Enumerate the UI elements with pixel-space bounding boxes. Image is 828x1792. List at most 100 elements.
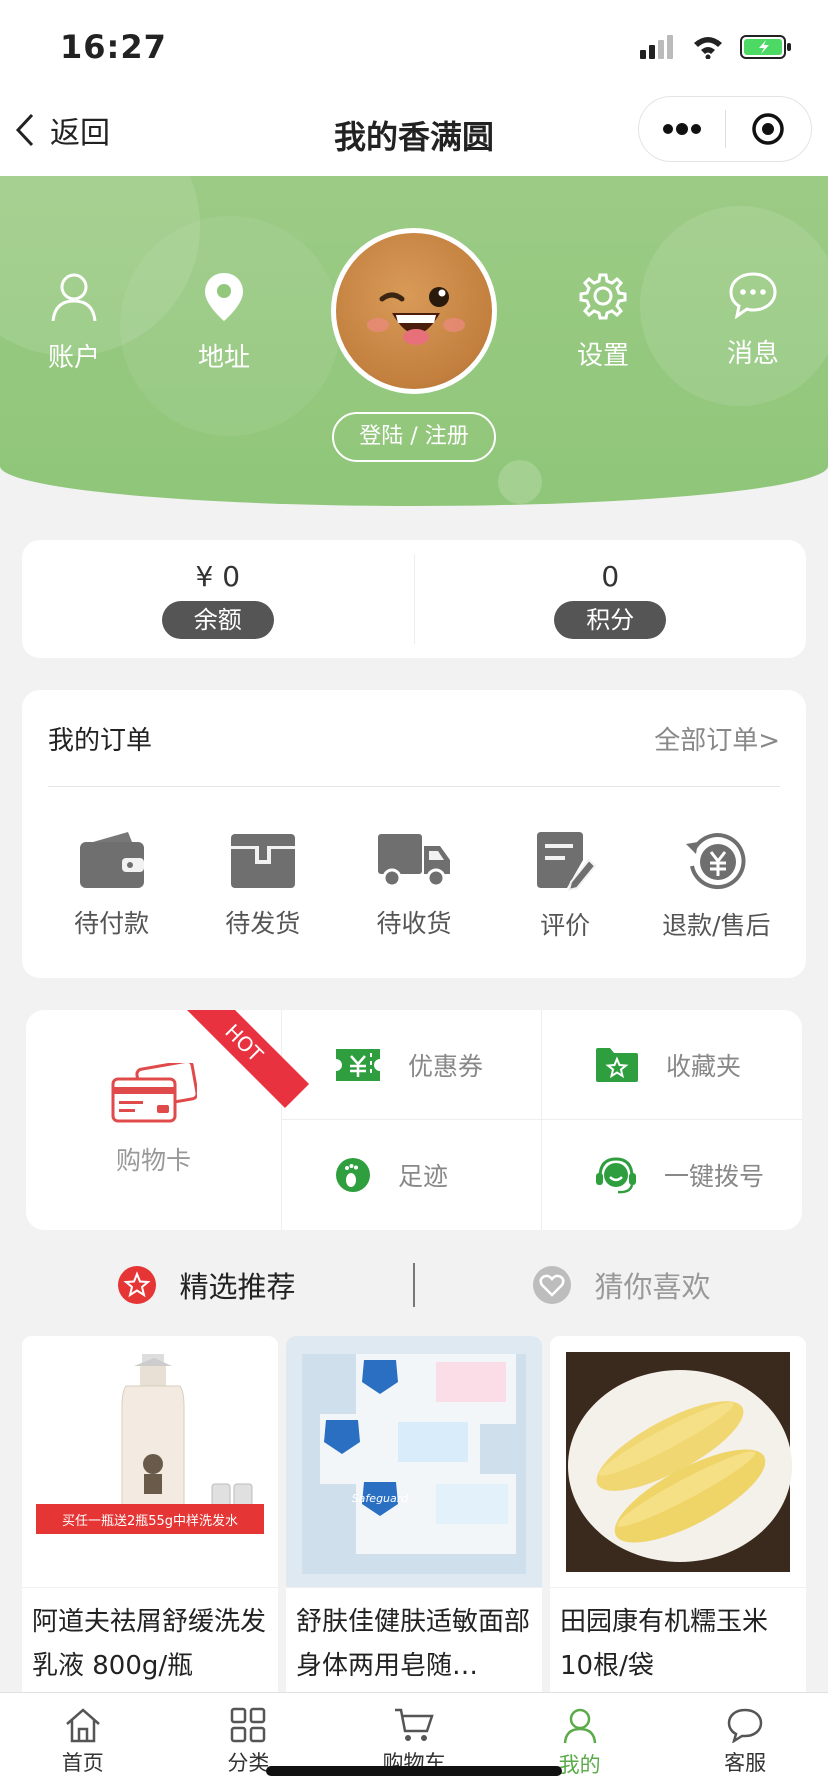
shampoo-bottle-image: 买任一瓶送2瓶55g中样洗发水 bbox=[36, 1354, 264, 1534]
product-card[interactable]: Safeguard 舒肤佳健肤适敏面部身体两用皂随… bbox=[286, 1336, 542, 1696]
shopping-card-label: 购物卡 bbox=[115, 1146, 191, 1175]
tab-home-label: 首页 bbox=[61, 1751, 104, 1775]
balance-label: 余额 bbox=[161, 601, 274, 639]
star-badge-icon bbox=[118, 1266, 157, 1304]
recommend-tabs: 精选推荐 猜你喜欢 bbox=[0, 1250, 828, 1320]
status-icons bbox=[640, 34, 792, 60]
order-refund-label: 退款/售后 bbox=[662, 911, 771, 940]
product-name: 舒肤佳健肤适敏面部身体两用皂随… bbox=[296, 1607, 531, 1681]
tab-service[interactable]: 客服 bbox=[662, 1693, 828, 1792]
header-settings[interactable]: 设置 bbox=[553, 271, 653, 372]
all-orders-link[interactable]: 全部订单> bbox=[654, 720, 780, 757]
tab-guess-label: 猜你喜欢 bbox=[594, 1270, 711, 1304]
status-bar: 16:27 bbox=[0, 0, 828, 88]
balance-card: ¥ 0 余额 0 积分 bbox=[22, 540, 806, 658]
balance-value: ¥ 0 bbox=[195, 560, 241, 593]
wallet-icon bbox=[79, 832, 144, 888]
cart-icon bbox=[394, 1708, 434, 1741]
soap-boxes-image: Safeguard bbox=[302, 1354, 526, 1574]
location-pin-icon bbox=[205, 273, 243, 321]
headset-icon bbox=[596, 1157, 636, 1194]
close-miniprogram-button[interactable] bbox=[726, 97, 812, 161]
order-pending-payment-label: 待付款 bbox=[74, 909, 150, 938]
footprint-entry[interactable]: 足迹 bbox=[282, 1120, 542, 1230]
package-icon bbox=[230, 834, 295, 888]
tab-featured-label: 精选推荐 bbox=[179, 1270, 296, 1304]
orders-title: 我的订单 bbox=[48, 726, 153, 756]
battery-icon bbox=[740, 35, 791, 59]
favorites-entry[interactable]: 收藏夹 bbox=[542, 1010, 802, 1120]
header-address[interactable]: 地址 bbox=[174, 271, 274, 374]
product-list: 买任一瓶送2瓶55g中样洗发水 阿道夫祛屑舒缓洗发乳液 800g/瓶 Safeg… bbox=[22, 1336, 806, 1696]
gear-icon bbox=[579, 273, 627, 320]
favorites-label: 收藏夹 bbox=[666, 1051, 742, 1081]
avatar[interactable] bbox=[331, 228, 497, 394]
tab-guess-you-like[interactable]: 猜你喜欢 bbox=[415, 1264, 828, 1306]
favorites-folder-icon bbox=[596, 1047, 638, 1082]
points-item[interactable]: 0 积分 bbox=[415, 540, 807, 658]
review-icon bbox=[537, 832, 597, 892]
profile-header: 账户 地址 登陆 / 注册 设置 消息 bbox=[0, 176, 828, 506]
tab-mine-label: 我的 bbox=[558, 1753, 601, 1777]
shopping-card-icon bbox=[111, 1063, 197, 1123]
bottom-tab-bar: 首页 分类 购物车 我的 客服 bbox=[0, 1692, 828, 1792]
avatar-face-icon bbox=[367, 287, 465, 345]
header-messages-label: 消息 bbox=[726, 339, 779, 369]
coupon-label: 优惠券 bbox=[408, 1051, 484, 1081]
more-dots-icon bbox=[662, 123, 701, 135]
home-indicator bbox=[266, 1766, 562, 1776]
coupon-entry[interactable]: 优惠券 bbox=[282, 1010, 542, 1120]
product-name: 阿道夫祛屑舒缓洗发乳液 800g/瓶 bbox=[32, 1607, 267, 1681]
product-image-banner: 买任一瓶送2瓶55g中样洗发水 bbox=[62, 1513, 238, 1529]
corn-image bbox=[566, 1352, 792, 1572]
tab-category-label: 分类 bbox=[227, 1751, 270, 1775]
tab-category[interactable]: 分类 bbox=[166, 1693, 332, 1792]
heart-badge-icon bbox=[533, 1266, 572, 1304]
grid-icon bbox=[231, 1707, 266, 1743]
nav-bar: 返回 我的香满圆 bbox=[0, 88, 828, 176]
order-review[interactable]: 评价 bbox=[495, 830, 635, 942]
divider bbox=[48, 786, 780, 787]
header-account[interactable]: 账户 bbox=[24, 271, 124, 374]
tab-mine[interactable]: 我的 bbox=[497, 1693, 663, 1792]
points-value: 0 bbox=[601, 560, 620, 593]
points-label: 积分 bbox=[554, 601, 667, 639]
footprint-icon bbox=[336, 1158, 370, 1192]
order-pending-shipment-label: 待发货 bbox=[225, 909, 301, 938]
tab-featured[interactable]: 精选推荐 bbox=[0, 1264, 413, 1306]
footprint-label: 足迹 bbox=[398, 1162, 449, 1191]
quick-dial-label: 一键拨号 bbox=[664, 1162, 765, 1191]
order-refund[interactable]: 退款/售后 bbox=[646, 830, 786, 942]
header-settings-label: 设置 bbox=[576, 341, 629, 371]
product-image: 买任一瓶送2瓶55g中样洗发水 bbox=[22, 1336, 278, 1588]
more-button[interactable] bbox=[639, 97, 725, 161]
order-review-label: 评价 bbox=[540, 911, 591, 940]
order-pending-shipment[interactable]: 待发货 bbox=[193, 830, 333, 942]
product-image bbox=[550, 1336, 806, 1588]
refund-icon bbox=[686, 833, 746, 889]
home-icon bbox=[65, 1708, 100, 1743]
quick-dial-entry[interactable]: 一键拨号 bbox=[542, 1120, 802, 1230]
signal-icon bbox=[640, 35, 673, 59]
product-image-brand: Safeguard bbox=[352, 1492, 410, 1505]
header-messages[interactable]: 消息 bbox=[703, 271, 803, 370]
product-card[interactable]: 田园康有机糯玉米10根/袋 bbox=[550, 1336, 806, 1696]
shopping-card-entry[interactable]: HOT 购物卡 bbox=[26, 1010, 310, 1230]
decor-blob bbox=[498, 460, 542, 504]
login-register-button[interactable]: 登陆 / 注册 bbox=[332, 412, 496, 462]
target-close-icon bbox=[752, 113, 784, 145]
tab-home[interactable]: 首页 bbox=[0, 1693, 166, 1792]
balance-item[interactable]: ¥ 0 余额 bbox=[22, 540, 414, 658]
order-pending-payment[interactable]: 待付款 bbox=[42, 830, 182, 942]
orders-card: 我的订单 全部订单> 待付款 待发货 待收货 评价 退款/售后 bbox=[22, 690, 806, 978]
tab-service-label: 客服 bbox=[724, 1751, 767, 1775]
mini-program-capsule bbox=[638, 96, 812, 162]
header-account-label: 账户 bbox=[47, 343, 100, 373]
truck-icon bbox=[377, 834, 450, 888]
services-card: HOT 购物卡 优惠券 收藏夹 足迹 一键拨号 bbox=[26, 1010, 802, 1230]
tab-cart[interactable]: 购物车 bbox=[331, 1693, 497, 1792]
user-icon bbox=[51, 273, 97, 322]
chat-icon bbox=[727, 1708, 763, 1743]
product-card[interactable]: 买任一瓶送2瓶55g中样洗发水 阿道夫祛屑舒缓洗发乳液 800g/瓶 bbox=[22, 1336, 278, 1696]
order-pending-receipt[interactable]: 待收货 bbox=[344, 830, 484, 942]
